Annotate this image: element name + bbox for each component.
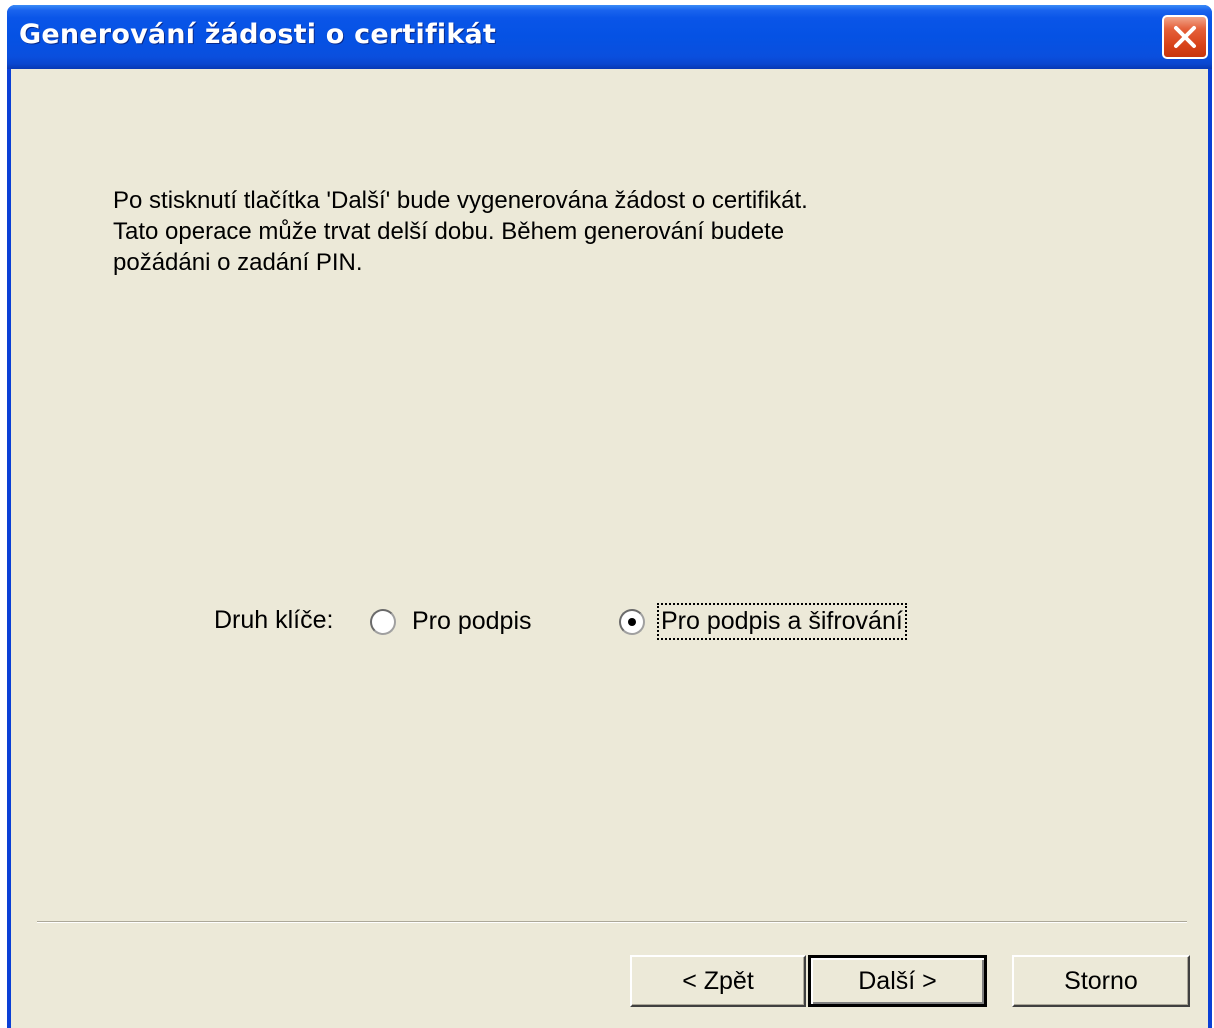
radio-sign-only-label[interactable]: Pro podpis	[412, 607, 532, 636]
cancel-button[interactable]: Storno	[1012, 955, 1190, 1007]
close-x-icon	[1174, 26, 1196, 48]
button-separator	[37, 921, 1187, 923]
radio-selected-dot	[628, 618, 636, 626]
radio-sign-and-encrypt[interactable]	[619, 609, 645, 635]
title-bar[interactable]: Generování žádosti o certifikát	[7, 5, 1212, 69]
radio-sign-only[interactable]	[370, 609, 396, 635]
close-button[interactable]	[1162, 15, 1208, 59]
back-button[interactable]: < Zpět	[630, 955, 806, 1007]
instruction-text: Po stisknutí tlačítka 'Další' bude vygen…	[113, 187, 808, 276]
dialog-window: Generování žádosti o certifikát Po stisk…	[7, 5, 1212, 1028]
next-button[interactable]: Další >	[808, 955, 987, 1007]
key-type-label: Druh klíče:	[214, 606, 334, 634]
dialog-body: Po stisknutí tlačítka 'Další' bude vygen…	[11, 69, 1208, 1028]
radio-sign-and-encrypt-label[interactable]: Pro podpis a šifrování	[657, 603, 907, 640]
window-title: Generování žádosti o certifikát	[19, 19, 497, 50]
